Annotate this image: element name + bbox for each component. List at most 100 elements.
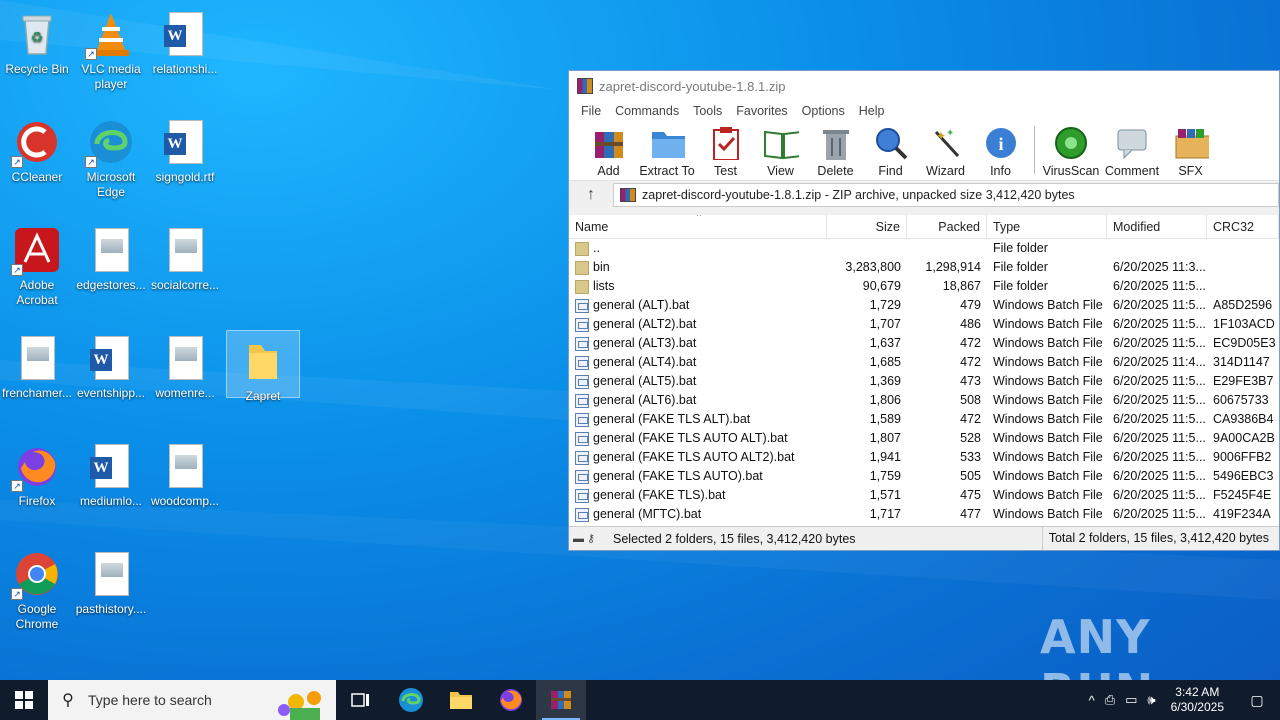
desktop-icon-vlc[interactable]: ↗ VLC media player <box>74 4 148 91</box>
desktop-icon-relationship-doc[interactable]: W relationshi... <box>148 4 222 78</box>
cell-type: File folder <box>993 241 1048 255</box>
trash-icon <box>818 126 854 160</box>
batch-file-icon <box>575 336 589 351</box>
file-name: general (FAKE TLS AUTO ALT2).bat <box>593 450 795 464</box>
cell-size: 3,283,800 <box>845 260 901 274</box>
desktop-icon-firefox[interactable]: ↗ Firefox <box>0 436 74 510</box>
up-arrow-icon[interactable]: ↑ <box>569 186 613 204</box>
view-button[interactable]: View <box>753 124 808 180</box>
sfx-box-icon <box>1173 126 1209 160</box>
find-button[interactable]: Find <box>863 124 918 180</box>
desktop-icon-womenre[interactable]: womenre... <box>148 328 222 402</box>
file-row[interactable]: general (МГТС).bat 1,717 477 Windows Batch … <box>569 505 1279 524</box>
delete-button[interactable]: Delete <box>808 124 863 180</box>
column-modified[interactable]: Modified <box>1107 215 1207 238</box>
menu-file[interactable]: File <box>575 104 607 118</box>
file-name: general (FAKE TLS ALT).bat <box>593 412 751 426</box>
image-file-icon <box>87 226 135 274</box>
notification-icon[interactable]: ▢ <box>1234 692 1280 709</box>
file-row[interactable]: general (FAKE TLS ALT).bat 1,589 472 Window… <box>569 410 1279 429</box>
comment-button[interactable]: Comment <box>1101 124 1163 180</box>
column-type[interactable]: Type <box>987 215 1107 238</box>
window-titlebar[interactable]: zapret-discord-youtube-1.8.1.zip <box>569 71 1279 101</box>
file-row[interactable]: general (ALT).bat 1,729 479 Windows Batch F… <box>569 296 1279 315</box>
file-row[interactable]: general (ALT6).bat 1,806 508 Windows Batch … <box>569 391 1279 410</box>
info-button[interactable]: i Info <box>973 124 1028 180</box>
cell-modified: 6/20/2025 11:5... <box>1113 374 1206 388</box>
desktop-icon-signgold[interactable]: W signgold.rtf <box>148 112 222 186</box>
file-row[interactable]: general (ALT2).bat 1,707 486 Windows Batch … <box>569 315 1279 334</box>
menu-commands[interactable]: Commands <box>609 104 685 118</box>
file-row[interactable]: general (FAKE TLS AUTO ALT2).bat 1,941 533… <box>569 448 1279 467</box>
virusscan-button[interactable]: VirusScan <box>1041 124 1101 180</box>
desktop-icon-adobe-acrobat[interactable]: ↗ Adobe Acrobat <box>0 220 74 307</box>
test-button[interactable]: Test <box>698 124 753 180</box>
taskbar-edge[interactable] <box>386 680 436 720</box>
cell-name: general (FAKE TLS AUTO).bat <box>569 467 827 486</box>
image-file-icon <box>161 226 209 274</box>
cell-modified <box>1107 239 1207 258</box>
path-field[interactable]: zapret-discord-youtube-1.8.1.zip - ZIP a… <box>613 183 1279 207</box>
network-icon[interactable]: ▭ <box>1120 692 1142 708</box>
file-row[interactable]: general (FAKE TLS AUTO).bat 1,759 505 Windo… <box>569 467 1279 486</box>
add-button[interactable]: Add <box>581 124 636 180</box>
extract-to-button[interactable]: Extract To <box>636 124 698 180</box>
file-row[interactable]: bin 3,283,800 1,298,914 File folder 6/20/202… <box>569 258 1279 277</box>
clock-date: 6/30/2025 <box>1170 700 1224 714</box>
wizard-button[interactable]: ✦ ✦ Wizard <box>918 124 973 180</box>
cell-size: 90,679 <box>862 279 901 293</box>
taskbar-firefox[interactable] <box>486 680 536 720</box>
status-selected: Selected 2 folders, 15 files, 3,412,420 … <box>613 531 856 546</box>
task-view-button[interactable] <box>336 680 386 720</box>
desktop-icon-edge[interactable]: ↗ Microsoft Edge <box>74 112 148 199</box>
menu-options[interactable]: Options <box>796 104 851 118</box>
wizard-wand-icon: ✦ ✦ <box>928 126 964 160</box>
desktop-icon-eventshipp[interactable]: W eventshipp... <box>74 328 148 402</box>
desktop-icon-zapret-folder[interactable]: Zapret <box>226 330 300 403</box>
file-row[interactable]: general (ALT5).bat 1,369 473 Windows Batch … <box>569 372 1279 391</box>
file-row[interactable]: general (ALT3).bat 1,637 472 Windows Batch … <box>569 334 1279 353</box>
file-row[interactable]: general (FAKE TLS).bat 1,571 475 Windows Ba… <box>569 486 1279 505</box>
file-row[interactable]: .. File folder <box>569 239 1279 258</box>
taskbar-clock[interactable]: 3:42 AM 6/30/2025 <box>1161 685 1234 715</box>
cell-crc: E29FE3B7 <box>1213 374 1274 388</box>
menu-favorites[interactable]: Favorites <box>730 104 793 118</box>
cell-modified: 6/20/2025 11:5... <box>1113 412 1206 426</box>
cell-size: 1,729 <box>869 298 901 312</box>
desktop-icon-label: edgestores... <box>76 278 146 292</box>
desktop-icon-google-chrome[interactable]: ↗ Google Chrome <box>0 544 74 631</box>
file-list[interactable]: ^ Name Size Packed Type Modified CRC32 .… <box>569 215 1279 528</box>
menu-help[interactable]: Help <box>853 104 891 118</box>
file-name: general (FAKE TLS).bat <box>593 488 726 502</box>
file-row[interactable]: general (FAKE TLS AUTO ALT).bat 1,807 528 W… <box>569 429 1279 448</box>
sfx-button[interactable]: SFX <box>1163 124 1218 180</box>
desktop-icon-woodcomp[interactable]: woodcomp... <box>148 436 222 510</box>
cell-size: 1,941 <box>869 450 901 464</box>
desktop-icon-socialcorre[interactable]: socialcorre... <box>148 220 222 294</box>
column-crc32[interactable]: CRC32 <box>1207 215 1279 238</box>
volume-icon[interactable]: 🕪 <box>1142 692 1160 708</box>
column-packed[interactable]: Packed <box>907 215 987 238</box>
desktop-icon-edgestores[interactable]: edgestores... <box>74 220 148 294</box>
desktop-icon-frenchamer[interactable]: frenchamer... <box>0 328 74 402</box>
file-row[interactable]: general (ALT4).bat 1,685 472 Windows Batch … <box>569 353 1279 372</box>
winrar-window[interactable]: zapret-discord-youtube-1.8.1.zip File Co… <box>568 70 1280 551</box>
desktop-icon-label: signgold.rtf <box>155 170 215 184</box>
taskbar-file-explorer[interactable] <box>436 680 486 720</box>
menu-tools[interactable]: Tools <box>687 104 728 118</box>
chevron-up-icon[interactable]: ^ <box>1084 693 1100 708</box>
taskbar-search-box[interactable]: ⚲ Type here to search <box>48 680 336 720</box>
desktop-icon-mediumlo[interactable]: W mediumlo... <box>74 436 148 510</box>
device-icon[interactable]: ⎙ <box>1100 692 1120 708</box>
desktop-icon-ccleaner[interactable]: ↗ CCleaner <box>0 112 74 186</box>
cell-packed: 475 <box>960 488 981 502</box>
file-row[interactable]: lists 90,679 18,867 File folder 6/20/2025 11… <box>569 277 1279 296</box>
desktop-icon-pasthistory[interactable]: pasthistory.... <box>74 544 148 618</box>
desktop-icon-recycle-bin[interactable]: ♻ Recycle Bin <box>0 4 74 78</box>
column-size[interactable]: Size <box>827 215 907 238</box>
taskbar-winrar[interactable] <box>536 680 586 720</box>
start-button[interactable] <box>0 680 48 720</box>
cell-crc: CA9386B4 <box>1213 412 1274 426</box>
clock-time: 3:42 AM <box>1175 685 1220 699</box>
file-name: general (ALT).bat <box>593 298 690 312</box>
